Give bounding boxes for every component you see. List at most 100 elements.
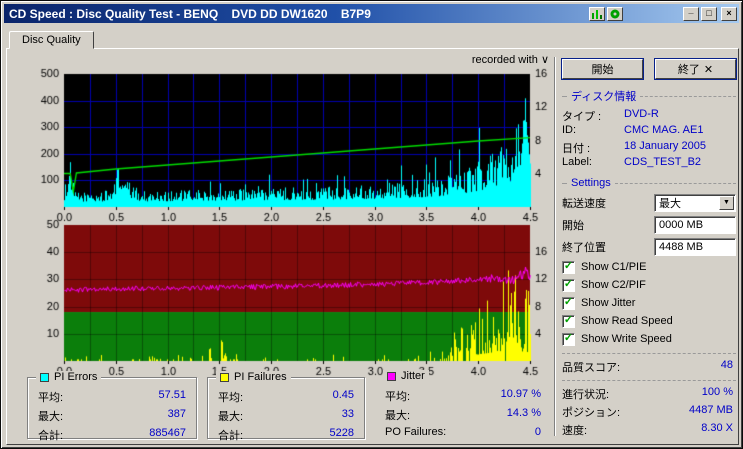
stat-label: 平均: — [38, 392, 64, 404]
progress-value: 100 % — [701, 386, 733, 398]
stat-value: 57.51 — [158, 389, 186, 401]
stat-label: 平均: — [385, 391, 411, 403]
disc-info-row: ID: CMC MAG. AE1 — [562, 124, 736, 138]
chevron-down-icon: ∨ — [540, 54, 549, 66]
dropdown-arrow-icon[interactable]: ▼ — [719, 195, 734, 210]
quality-score-value: 48 — [720, 359, 733, 371]
checkbox-label: Show C1/PIE — [581, 261, 647, 273]
separator — [562, 380, 736, 381]
stat-value: 5228 — [329, 427, 354, 439]
pi-errors-legend-group: PI Errors 平均: 57.51 最大: 387 合計: 885467 — [27, 371, 197, 442]
disc-type-value: DVD-R — [624, 108, 659, 120]
checkbox-label: Show Read Speed — [581, 315, 673, 327]
minimize-icon: _ — [688, 5, 694, 15]
start-position-label: 開始 — [562, 219, 584, 232]
stat-row: 最大: 33 — [208, 408, 364, 424]
transfer-speed-select[interactable]: 最大 ▼ — [654, 193, 736, 212]
check-icon: ✓ — [563, 295, 574, 308]
stat-row: 合計: 5228 — [208, 427, 364, 443]
end-position-input[interactable]: 4488 MB — [654, 237, 736, 256]
start-position-row: 開始 0000 MB — [562, 215, 736, 234]
action-buttons: 開始 終了 ✕ — [562, 59, 736, 79]
stat-label: 最大: — [385, 410, 411, 422]
check-icon: ✓ — [563, 277, 574, 290]
stat-value: 33 — [341, 408, 354, 420]
checkbox-label: Show Jitter — [581, 297, 636, 309]
stat-value: 885467 — [149, 427, 186, 439]
start-button-label: 開始 — [591, 64, 614, 76]
maximize-icon: □ — [706, 8, 712, 18]
checkbox-show-jitter[interactable]: ✓ Show Jitter — [562, 296, 736, 310]
stat-label: 合計: — [218, 430, 244, 442]
quality-score-row: 品質スコア: 48 — [562, 359, 736, 374]
checkbox-show-write-speed[interactable]: ✓ Show Write Speed — [562, 332, 736, 346]
window-title: CD Speed : Disc Quality Test - BENQ DVD … — [9, 6, 371, 21]
button-gap — [717, 7, 719, 21]
start-position-input[interactable]: 0000 MB — [654, 215, 736, 234]
disc-info-row: タイプ : DVD-R — [562, 108, 736, 123]
position-row: ポジション: 4487 MB — [562, 404, 736, 419]
pi-errors-legend-header: PI Errors — [36, 371, 102, 383]
checkbox-box[interactable]: ✓ — [562, 313, 575, 328]
disc-info-row: Label: CDS_TEST_B2 — [562, 156, 736, 170]
exit-button[interactable]: 終了 ✕ — [655, 59, 736, 79]
jitter-color-swatch — [387, 371, 396, 381]
checkbox-box[interactable]: ✓ — [562, 295, 575, 310]
tab-disc-quality[interactable]: Disc Quality — [9, 31, 94, 49]
stat-row: 最大: 14.3 % — [375, 407, 551, 423]
checkbox-show-read-speed[interactable]: ✓ Show Read Speed — [562, 314, 736, 328]
stat-value: 0 — [534, 426, 541, 438]
disc-label-value: CDS_TEST_B2 — [624, 156, 702, 168]
position-value: 4487 MB — [688, 404, 733, 416]
stat-value: 387 — [167, 408, 186, 420]
stat-label: 合計: — [38, 430, 64, 442]
disc-id-value: CMC MAG. AE1 — [624, 124, 704, 136]
checkbox-show-c1-pie[interactable]: ✓ Show C1/PIE — [562, 260, 736, 274]
end-position-value: 4488 MB — [659, 240, 704, 253]
stat-row: 合計: 885467 — [28, 427, 196, 443]
speed-row: 速度: 8.30 X — [562, 422, 736, 437]
start-button[interactable]: 開始 — [562, 59, 643, 79]
checkbox-show-c2-pif[interactable]: ✓ Show C2/PIF — [562, 278, 736, 292]
maximize-button[interactable]: □ — [701, 6, 717, 21]
main-panel: recorded with ∨ PI Errors 平均: 57.51 最大: 38… — [6, 48, 739, 445]
stat-label: 最大: — [38, 411, 64, 423]
separator — [562, 353, 736, 354]
checkbox-box[interactable]: ✓ — [562, 260, 575, 274]
stat-row: 平均: 10.97 % — [375, 388, 551, 404]
position-label: ポジション: — [562, 407, 621, 419]
jitter-legend-title: Jitter — [401, 370, 425, 382]
disc-info-label: 日付 : — [562, 143, 591, 155]
jitter-legend-header: Jitter — [383, 370, 429, 382]
speed-value: 8.30 X — [701, 422, 733, 434]
transfer-speed-row: 転送速度 最大 ▼ — [562, 193, 736, 212]
chart-icon[interactable] — [589, 6, 605, 21]
vertical-divider — [554, 57, 556, 436]
pi-failures-legend-header: PI Failures — [216, 371, 291, 383]
recorded-with-label: recorded with — [471, 54, 538, 66]
jitter-legend-group: Jitter 平均: 10.97 % 最大: 14.3 % PO Failures:… — [375, 370, 551, 439]
disc-info-header: ディスク情報 — [562, 88, 736, 104]
stat-label: PO Failures: — [385, 426, 447, 438]
check-icon: ✓ — [563, 313, 574, 326]
stat-label: 最大: — [218, 411, 244, 423]
disc-icon[interactable] — [607, 6, 623, 21]
stat-row: PO Failures: 0 — [375, 426, 551, 438]
pi-failures-legend-title: PI Failures — [234, 371, 287, 383]
minimize-button[interactable]: _ — [683, 5, 699, 21]
stat-value: 14.3 % — [506, 407, 541, 419]
disc-info-row: 日付 : 18 January 2005 — [562, 140, 736, 155]
end-position-label: 終了位置 — [562, 241, 606, 254]
pi-failures-color-swatch — [220, 372, 229, 382]
pi-errors-color-swatch — [40, 372, 49, 382]
check-icon: ✓ — [563, 331, 574, 344]
stat-row: 平均: 0.45 — [208, 389, 364, 405]
disc-info-label: タイプ : — [562, 111, 602, 123]
stat-label: 平均: — [218, 392, 244, 404]
checkbox-box[interactable]: ✓ — [562, 331, 575, 346]
recorded-with-control[interactable]: recorded with ∨ — [357, 53, 549, 66]
titlebar[interactable]: CD Speed : Disc Quality Test - BENQ DVD … — [4, 4, 739, 23]
checkbox-box[interactable]: ✓ — [562, 277, 575, 292]
close-button[interactable]: × — [721, 6, 737, 21]
end-position-row: 終了位置 4488 MB — [562, 237, 736, 256]
